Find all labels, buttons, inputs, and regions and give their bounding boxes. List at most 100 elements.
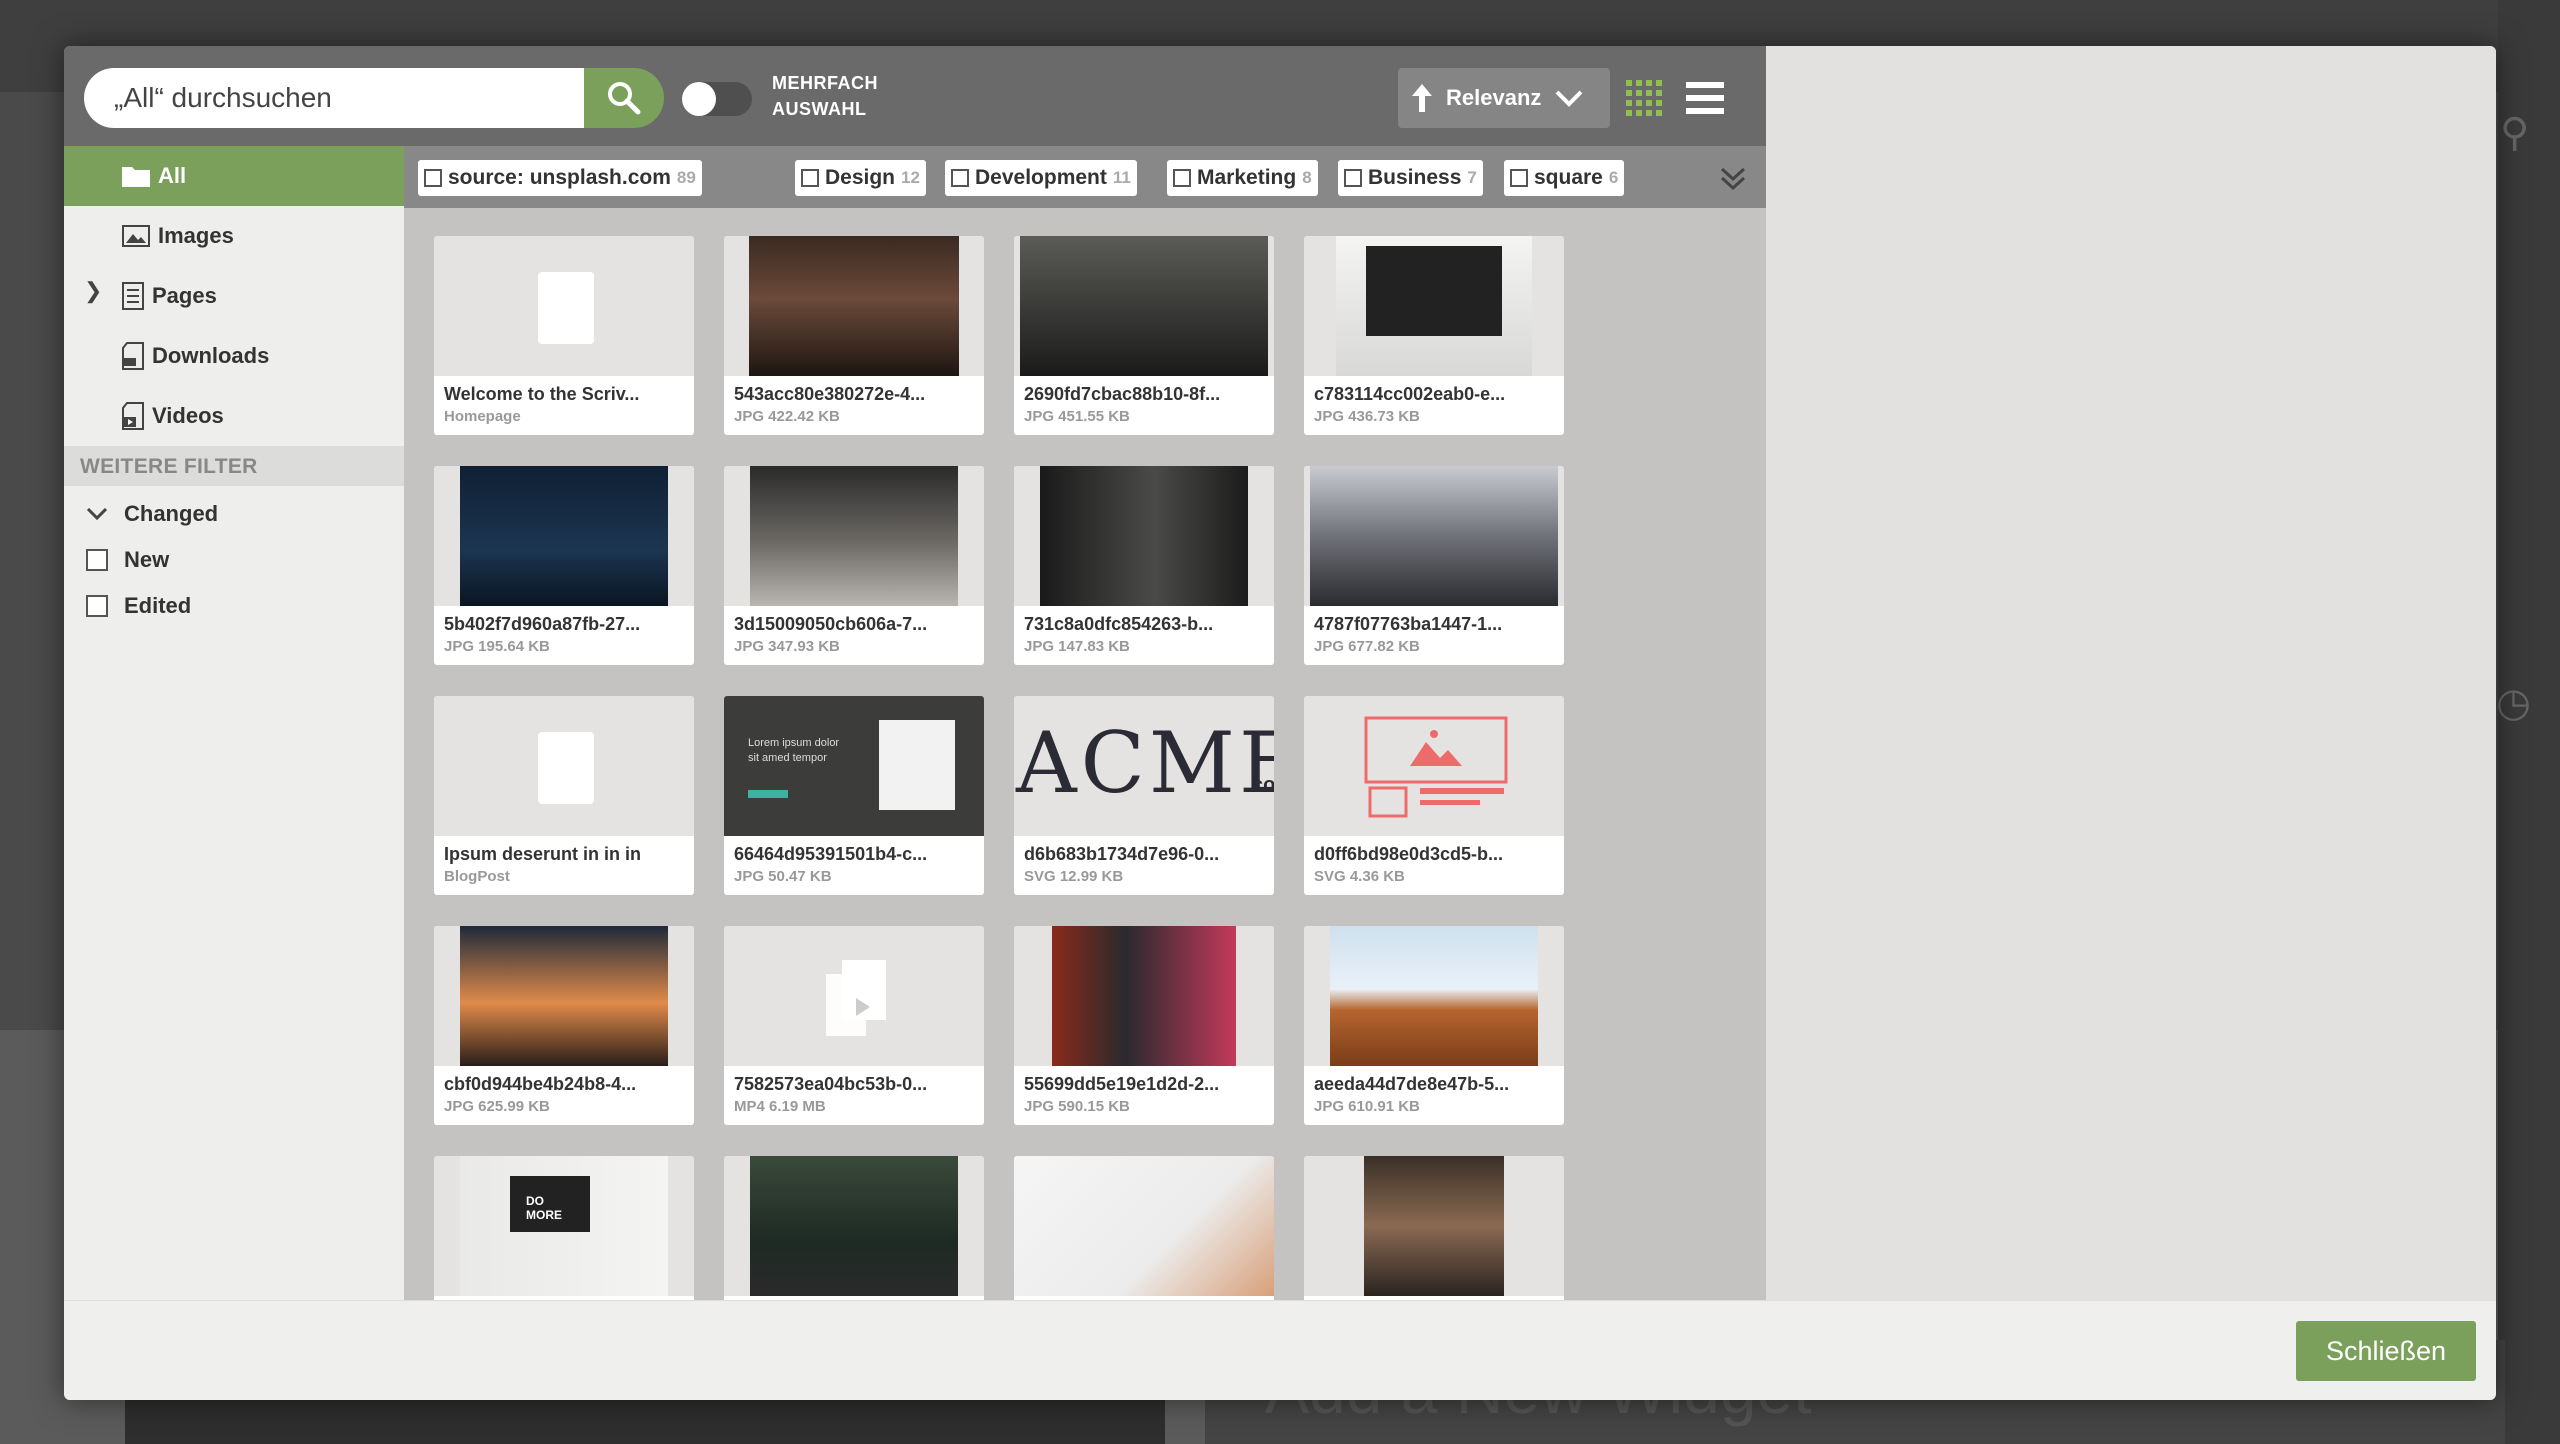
media-card[interactable]: 5b402f7d960a87fb-27... JPG 195.64 KB <box>434 466 694 665</box>
card-title: d0ff6bd98e0d3cd5-b... <box>1314 844 1504 864</box>
media-card[interactable] <box>1304 1156 1564 1300</box>
office-window-photo <box>1040 466 1248 606</box>
card-title: 543acc80e380272e-4... <box>734 384 926 404</box>
media-card[interactable] <box>1014 1156 1274 1300</box>
filter-new[interactable]: New <box>64 538 404 582</box>
sidebar-item-videos[interactable]: Videos <box>64 386 404 446</box>
tag-count: 11 <box>1112 168 1131 187</box>
media-card[interactable]: Ipsum deserunt in in in BlogPost <box>434 696 694 895</box>
card-title: 7582573ea04bc53b-0... <box>734 1074 928 1094</box>
chevron-down-icon <box>1555 90 1583 107</box>
laptop-photo <box>1020 236 1268 376</box>
tag-design[interactable]: Design 12 <box>795 160 926 196</box>
thumbnail <box>1014 236 1274 376</box>
sidebar-item-downloads[interactable]: Downloads <box>64 326 404 386</box>
hands-keyboard-photo <box>1014 1156 1274 1296</box>
card-meta: JPG 147.83 KB <box>1024 638 1130 655</box>
multi-select-toggle[interactable] <box>682 82 752 116</box>
checkbox[interactable] <box>86 595 108 617</box>
card-meta: SVG 4.36 KB <box>1314 868 1405 885</box>
tag-label: square <box>1534 166 1603 189</box>
tag-count: 12 <box>901 168 920 187</box>
media-card[interactable]: 7582573ea04bc53b-0... MP4 6.19 MB <box>724 926 984 1125</box>
media-card[interactable]: 4787f07763ba1447-1... JPG 677.82 KB <box>1304 466 1564 665</box>
media-card[interactable]: DO MORE <box>434 1156 694 1300</box>
thumbnail <box>1304 1156 1564 1296</box>
checkbox[interactable] <box>86 549 108 571</box>
card-title: 3d15009050cb606a-7... <box>734 614 928 634</box>
image-icon <box>122 225 150 247</box>
wooden-desk-photo <box>1330 926 1538 1066</box>
filter-changed[interactable]: Changed <box>64 492 404 536</box>
tag-source-unsplash[interactable]: source: unsplash.com 89 <box>418 160 702 196</box>
media-card[interactable]: cbf0d944be4b24b8-4... JPG 625.99 KB <box>434 926 694 1125</box>
tag-label: Business <box>1368 166 1462 189</box>
sidebar-item-images[interactable]: Images <box>64 206 404 266</box>
skyscraper-night-photo <box>460 466 668 606</box>
media-card[interactable]: 55699dd5e19e1d2d-2... JPG 590.15 KB <box>1014 926 1274 1125</box>
card-meta: SVG 12.99 KB <box>1024 868 1124 885</box>
media-picker-modal: „All“ durchsuchen MEHRFACH AUSWAHL Relev… <box>64 46 2496 1400</box>
thumbnail <box>724 236 984 376</box>
media-card[interactable]: c783114cc002eab0-e... JPG 436.73 KB <box>1304 236 1564 435</box>
multi-select-label-line2: AUSWAHL <box>772 99 867 119</box>
sidebar-item-all[interactable]: All <box>64 146 404 206</box>
mockup-button <box>748 790 788 798</box>
page-icon <box>122 282 144 310</box>
checkbox[interactable] <box>1173 169 1191 187</box>
media-card[interactable]: d0ff6bd98e0d3cd5-b... SVG 4.36 KB <box>1304 696 1564 895</box>
checkbox[interactable] <box>801 169 819 187</box>
tag-square[interactable]: square 6 <box>1504 160 1625 196</box>
media-card[interactable]: 543acc80e380272e-4... JPG 422.42 KB <box>724 236 984 435</box>
thumbnail <box>434 466 694 606</box>
media-card[interactable]: 2690fd7cbac88b10-8f... JPG 451.55 KB <box>1014 236 1274 435</box>
tag-count: 89 <box>676 168 696 187</box>
media-card[interactable]: aeeda44d7de8e47b-5... JPG 610.91 KB <box>1304 926 1564 1125</box>
checkbox[interactable] <box>424 169 442 187</box>
checkbox[interactable] <box>1510 169 1528 187</box>
tag-count: 6 <box>1608 168 1619 187</box>
video-file-icon <box>826 960 886 1036</box>
search-input[interactable]: „All“ durchsuchen <box>84 68 584 128</box>
card-meta: JPG 451.55 KB <box>1024 408 1130 425</box>
thumbnail <box>434 236 694 376</box>
checkbox[interactable] <box>1344 169 1362 187</box>
media-card[interactable]: 3d15009050cb606a-7... JPG 347.93 KB <box>724 466 984 665</box>
sidebar-item-label: Videos <box>152 403 224 428</box>
search-button[interactable] <box>584 68 664 128</box>
card-title: Ipsum deserunt in in in <box>444 844 642 864</box>
tag-marketing[interactable]: Marketing 8 <box>1167 160 1318 196</box>
card-title: d6b683b1734d7e96-0... <box>1024 844 1220 864</box>
card-meta: JPG 50.47 KB <box>734 868 832 885</box>
card-title: 5b402f7d960a87fb-27... <box>444 614 641 634</box>
card-meta: JPG 610.91 KB <box>1314 1098 1420 1115</box>
card-meta: JPG 677.82 KB <box>1314 638 1420 655</box>
media-card[interactable]: Welcome to the Scriv... Homepage <box>434 236 694 435</box>
list-view-icon[interactable] <box>1686 80 1724 116</box>
card-title: c783114cc002eab0-e... <box>1314 384 1506 404</box>
thumbnail <box>1014 466 1274 606</box>
sunset-window-photo <box>460 926 668 1066</box>
close-button[interactable]: Schließen <box>2296 1321 2476 1381</box>
tag-business[interactable]: Business 7 <box>1338 160 1483 196</box>
tag-label: source: unsplash.com <box>448 166 671 189</box>
expand-tags-icon[interactable] <box>1720 166 1746 192</box>
media-card[interactable] <box>724 1156 984 1300</box>
illustration-icon <box>1364 716 1508 818</box>
mockup-text-line2: sit amed tempor <box>748 752 827 764</box>
filter-edited[interactable]: Edited <box>64 584 404 628</box>
tag-count: 8 <box>1302 168 1312 187</box>
sidebar-item-pages[interactable]: Pages <box>64 266 404 326</box>
multi-select-label-line1: MEHRFACH <box>772 73 878 93</box>
card-meta: JPG 422.42 KB <box>734 408 840 425</box>
grid-view-icon[interactable] <box>1626 80 1662 116</box>
checkbox[interactable] <box>951 169 969 187</box>
tag-development[interactable]: Development 11 <box>945 160 1137 196</box>
media-card[interactable]: 731c8a0dfc854263-b... JPG 147.83 KB <box>1014 466 1274 665</box>
sort-dropdown[interactable]: Relevanz <box>1398 68 1610 128</box>
media-card[interactable]: Lorem ipsum dolor sit amed tempor 66464d… <box>724 696 984 895</box>
thumbnail <box>1304 236 1564 376</box>
filter-label: Edited <box>124 593 192 618</box>
media-card[interactable]: ACME co d6b683b1734d7e96-0... SVG 12.99 … <box>1014 696 1274 895</box>
building-photo <box>1310 466 1558 606</box>
